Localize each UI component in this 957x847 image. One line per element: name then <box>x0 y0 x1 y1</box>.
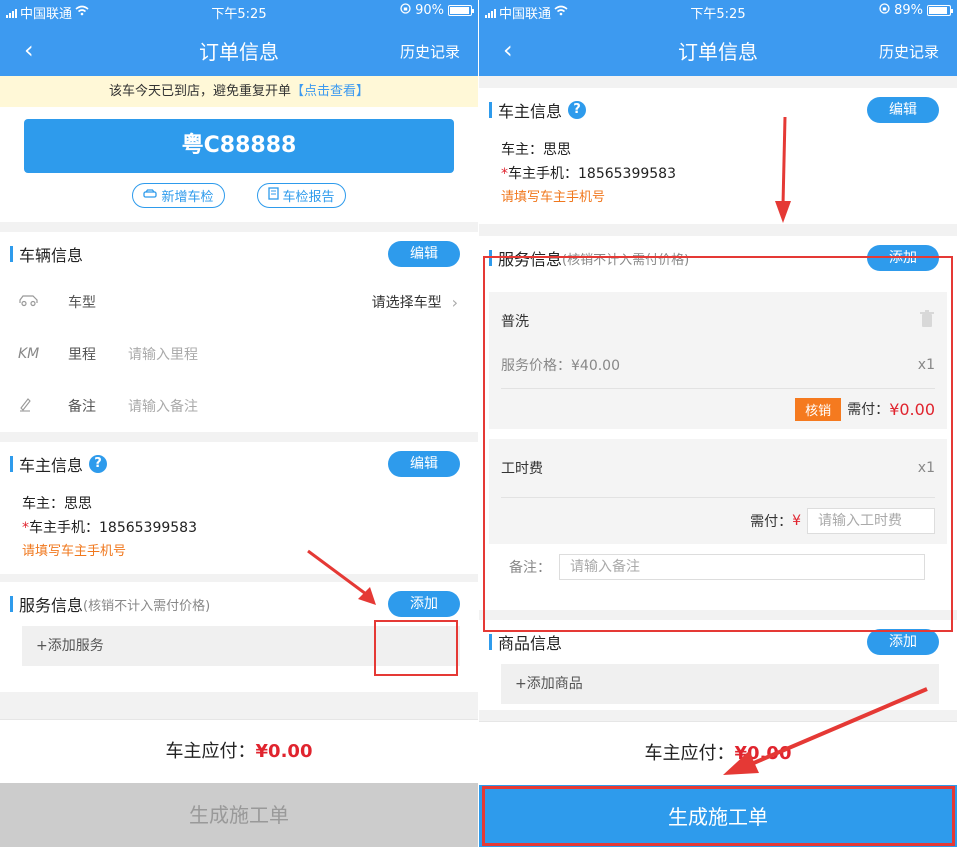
annotation-arrow-icon <box>723 687 928 775</box>
new-inspection-button[interactable]: 新增车检 <box>132 183 225 208</box>
status-bar: 中国联通 下午5:25 89% <box>479 0 957 22</box>
owner-name: 车主：思思 <box>501 142 571 158</box>
status-bar: 中国联通 下午5:25 90% <box>0 0 478 22</box>
car-model-label: 车型 <box>68 295 96 311</box>
owner-section-header: 车主信息? 编辑 <box>0 442 478 486</box>
duplicate-notice: 该车今天已到店，避免重复开单【点击查看】 <box>0 76 478 107</box>
annotation-highlight-box <box>374 620 458 676</box>
vehicle-section-header: 车辆信息 编辑 <box>0 232 478 276</box>
owner-section: 车主信息? 编辑 车主：思思 *车主手机：18565399583 请填写车主手机… <box>0 442 478 574</box>
car-outline-icon <box>18 293 48 311</box>
battery-icon <box>927 5 953 16</box>
phone-warning: 请填写车主手机号 <box>501 190 606 205</box>
screenshot-pair: 中国联通 下午5:25 90% ‹ 订单信息 历史记录 该车今天已到店，避免重复… <box>0 0 957 847</box>
help-icon[interactable]: ? <box>89 455 108 473</box>
plate-actions: 新增车检 车检报告 <box>24 183 454 208</box>
battery-icon <box>448 5 474 16</box>
notice-text: 该车今天已到店，避免重复开单 <box>108 84 291 99</box>
section-bar <box>10 456 13 472</box>
report-icon <box>267 187 279 204</box>
section-bar <box>489 102 492 118</box>
nav-bar: ‹ 订单信息 历史记录 <box>479 22 957 76</box>
phone-warning: 请填写车主手机号 <box>22 544 127 559</box>
note-input[interactable]: 请输入备注 <box>128 396 198 416</box>
car-model-value: 请选择车型 <box>371 295 442 311</box>
section-bar <box>489 634 492 650</box>
annotation-highlight-box <box>482 786 955 846</box>
history-button[interactable]: 历史记录 <box>400 41 460 62</box>
owner-section: 车主信息? 编辑 车主：思思 *车主手机：18565399583 请填写车主手机… <box>479 88 957 224</box>
service-add-button[interactable]: 添加 <box>388 591 460 617</box>
annotation-highlight-box <box>483 256 953 632</box>
annotation-arrow-icon <box>775 116 791 223</box>
help-icon[interactable]: ? <box>568 101 587 119</box>
owner-details: 车主：思思 *车主手机：18565399583 请填写车主手机号 <box>479 132 957 224</box>
generate-work-order-button[interactable]: 生成施工单 <box>0 783 478 847</box>
vehicle-section: 车辆信息 编辑 车型 请选择车型 › KM 里程 请输入里程 备注 请输入备注 <box>0 232 478 432</box>
required-mark: * <box>22 520 29 536</box>
annotation-arrow-icon <box>307 549 376 605</box>
note-row: 备注 请输入备注 <box>0 380 478 432</box>
goods-add-button[interactable]: 添加 <box>867 629 939 655</box>
nav-bar: ‹ 订单信息 历史记录 <box>0 22 478 76</box>
plate-number-button[interactable]: 粤C88888 <box>24 119 454 173</box>
notice-link[interactable]: 【点击查看】 <box>291 84 369 99</box>
battery-percent: 90% <box>415 3 444 18</box>
section-bar <box>10 246 13 262</box>
owner-section-title: 车主信息 <box>498 102 563 121</box>
owner-phone-line: *车主手机：18565399583 <box>501 162 935 186</box>
km-icon: KM <box>18 346 40 362</box>
payable-label: 车主应付： <box>165 741 256 762</box>
required-mark: * <box>501 166 508 182</box>
goods-section-title: 商品信息 <box>498 634 563 653</box>
chevron-right-icon: › <box>451 292 458 312</box>
right-phone-screen: 中国联通 下午5:25 89% ‹ 订单信息 历史记录 车主信息? 编辑 车主：… <box>479 0 957 847</box>
history-button[interactable]: 历史记录 <box>879 41 939 62</box>
owner-phone: 车主手机：18565399583 <box>29 520 197 536</box>
lock-rotation-icon <box>400 3 411 18</box>
inspection-report-button[interactable]: 车检报告 <box>256 183 346 208</box>
section-bar <box>10 596 13 612</box>
pencil-icon <box>18 396 48 416</box>
plate-card: 粤C88888 新增车检 车检报告 <box>0 107 478 222</box>
owner-name: 车主：思思 <box>22 496 92 512</box>
vehicle-edit-button[interactable]: 编辑 <box>388 241 460 267</box>
car-model-row[interactable]: 车型 请选择车型 › <box>0 276 478 328</box>
owner-section-header: 车主信息? 编辑 <box>479 88 957 132</box>
service-section-title: 服务信息 <box>19 596 84 615</box>
owner-edit-button[interactable]: 编辑 <box>388 451 460 477</box>
mileage-input[interactable]: 请输入里程 <box>128 344 198 364</box>
owner-section-title: 车主信息 <box>19 456 84 475</box>
note-label: 备注 <box>68 399 96 415</box>
left-phone-screen: 中国联通 下午5:25 90% ‹ 订单信息 历史记录 该车今天已到店，避免重复… <box>0 0 478 847</box>
owner-phone: 车主手机：18565399583 <box>508 166 676 182</box>
battery-percent: 89% <box>894 3 923 18</box>
payable-amount: ¥0.00 <box>255 741 313 762</box>
vehicle-section-title: 车辆信息 <box>19 246 84 265</box>
owner-edit-button[interactable]: 编辑 <box>867 97 939 123</box>
owner-details: 车主：思思 *车主手机：18565399583 请填写车主手机号 <box>0 486 478 574</box>
mileage-row: KM 里程 请输入里程 <box>0 328 478 380</box>
owner-phone-line: *车主手机：18565399583 <box>22 516 456 540</box>
new-inspection-label: 新增车检 <box>161 190 214 205</box>
lock-rotation-icon <box>879 3 890 18</box>
inspection-report-label: 车检报告 <box>282 190 335 205</box>
car-icon <box>143 188 158 203</box>
owner-payable-bar: 车主应付：¥0.00 <box>0 719 478 783</box>
service-section-subtitle: (核销不计入需付价格) <box>83 598 211 614</box>
mileage-label: 里程 <box>68 347 96 363</box>
